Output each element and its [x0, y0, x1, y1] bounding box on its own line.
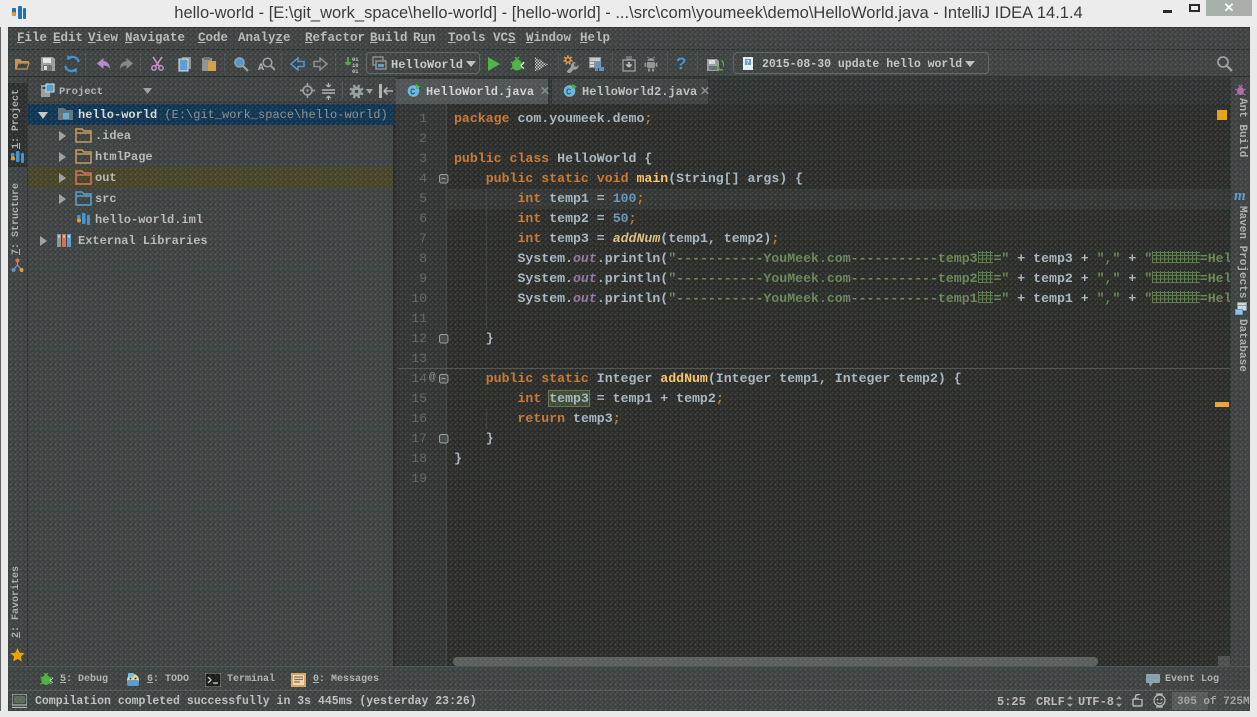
- svg-text:?: ?: [746, 60, 750, 67]
- svg-text:01: 01: [352, 68, 359, 73]
- svg-text:C: C: [566, 88, 572, 98]
- svg-text:C: C: [410, 88, 416, 98]
